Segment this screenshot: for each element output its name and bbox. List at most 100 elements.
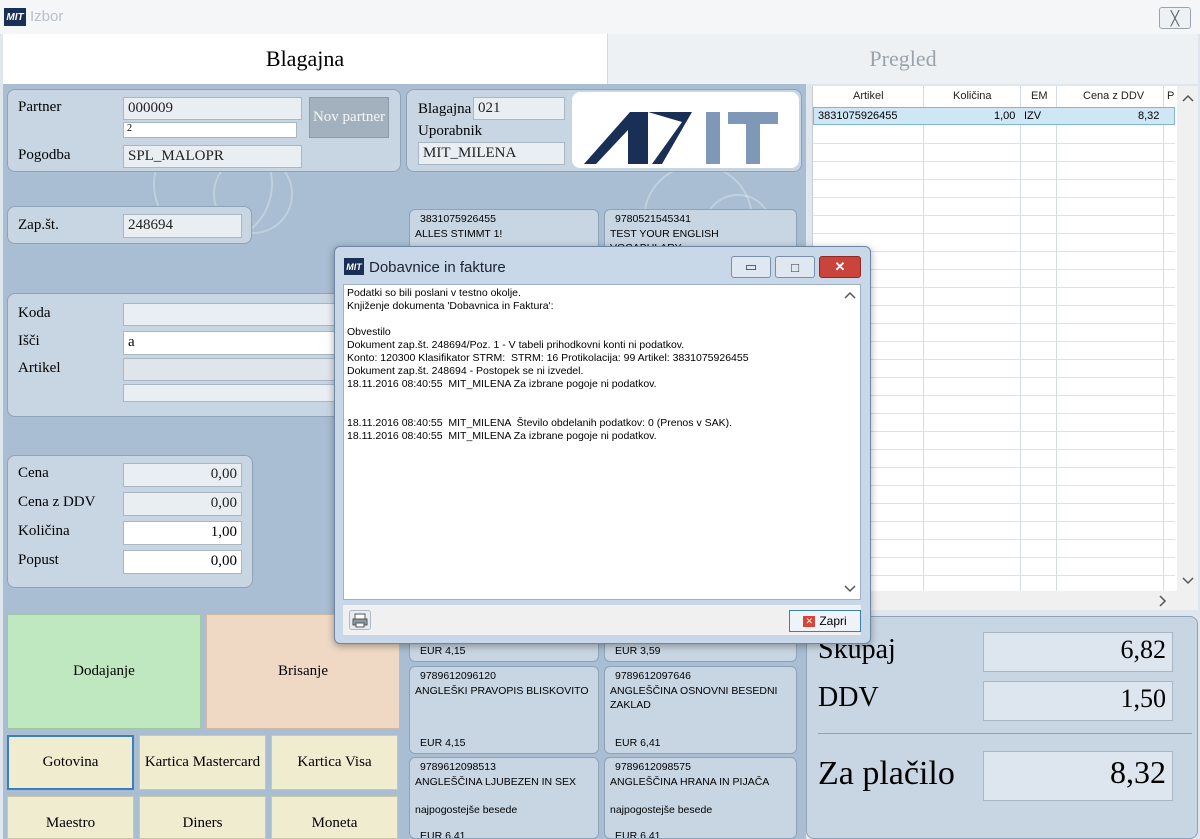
- koda-label: Koda: [18, 305, 51, 321]
- scroll-arrows-icon: [844, 291, 856, 593]
- dialog-scrollbar[interactable]: [841, 286, 859, 598]
- col-em[interactable]: EM: [1031, 90, 1048, 102]
- placilo-label: Za plačilo: [818, 755, 955, 792]
- artikel-field: [123, 358, 338, 381]
- product-subtitle: najpogostejše besede: [415, 804, 518, 816]
- zap-field: 248694: [123, 214, 242, 238]
- ddv-value: 1,50: [983, 681, 1173, 721]
- zapri-label: Zapri: [819, 614, 847, 628]
- cena-ddv-field: 0,00: [123, 492, 242, 516]
- dialog-footer: ✕ Zapri: [343, 605, 861, 635]
- product-tile[interactable]: 9789612098513 ANGLEŠČINA LJUBEZEN IN SEX…: [409, 757, 599, 839]
- partner-sub-field[interactable]: 2: [123, 122, 297, 138]
- dialog-message: Podatki so bili poslani v testno okolje.…: [343, 284, 861, 600]
- product-name: ANGLEŠKI PRAVOPIS BLISKOVITO: [415, 685, 589, 697]
- window-close-button[interactable]: ╳: [1159, 7, 1191, 29]
- table-row[interactable]: 3831075926455 1,00 IZV 8,32: [813, 107, 1175, 125]
- summary-divider: [818, 733, 1192, 734]
- partner-field[interactable]: 000009: [123, 97, 302, 120]
- product-code: 9789612098513: [420, 761, 496, 773]
- partner-label: Partner: [18, 99, 62, 115]
- cell-cena: 8,32: [1138, 110, 1160, 122]
- artikel-label: Artikel: [18, 360, 61, 376]
- grid-line: [813, 179, 1175, 180]
- uporabnik-label: Uporabnik: [418, 123, 483, 139]
- product-name: ALLES STIMMT 1!: [415, 228, 503, 240]
- minimize-button[interactable]: ▭: [731, 256, 771, 278]
- maestro-button[interactable]: Maestro: [7, 796, 134, 839]
- cena-ddv-label: Cena z DDV: [18, 494, 96, 510]
- close-x-icon: ✕: [803, 615, 816, 627]
- product-code: 9789612098575: [615, 761, 691, 773]
- grid-line: [813, 143, 1175, 144]
- col-artikel[interactable]: Artikel: [853, 90, 884, 102]
- zap-label: Zap.št.: [18, 217, 59, 233]
- product-price: EUR 6,41: [420, 830, 466, 839]
- grid-line: [813, 197, 1175, 198]
- mastercard-button[interactable]: Kartica Mastercard: [139, 735, 266, 790]
- mit-logo-icon: [584, 112, 778, 164]
- uporabnik-field: MIT_MILENA: [418, 142, 565, 165]
- grid-horizontal-scrollbar[interactable]: [863, 591, 1198, 610]
- cash-button[interactable]: Gotovina: [7, 735, 134, 790]
- diners-button[interactable]: Diners: [139, 796, 266, 839]
- grid-header: Artikel Količina EM Cena z DDV P: [813, 88, 1198, 105]
- grid-line: [813, 233, 1175, 234]
- product-tile[interactable]: 9789612098575 ANGLEŠČINA HRANA IN PIJAČA…: [604, 757, 797, 839]
- app-logo-icon: MIT: [4, 8, 26, 26]
- koda-input[interactable]: [123, 303, 338, 326]
- pogodba-field[interactable]: SPL_MALOPR: [123, 145, 302, 168]
- isci-label: Išči: [18, 333, 40, 349]
- product-price: EUR 4,15: [420, 645, 466, 657]
- kolicina-label: Količina: [18, 523, 70, 539]
- product-tile[interactable]: 9789612096120 ANGLEŠKI PRAVOPIS BLISKOVI…: [409, 666, 599, 754]
- product-name: ANGLEŠČINA LJUBEZEN IN SEX: [415, 776, 577, 788]
- search-input[interactable]: a: [123, 331, 338, 355]
- product-name: ANGLEŠČINA OSNOVNI BESEDNI ZAKLAD: [610, 685, 778, 711]
- product-code: 9780521545341: [615, 213, 691, 225]
- product-price: EUR 4,15: [420, 737, 466, 749]
- message-dialog: MIT Dobavnice in fakture ▭ □ ✕ Podatki s…: [334, 246, 871, 644]
- grid-vertical-scrollbar[interactable]: [1177, 86, 1198, 591]
- product-tile[interactable]: 9789612097646 ANGLEŠČINA OSNOVNI BESEDNI…: [604, 666, 797, 754]
- maximize-button[interactable]: □: [775, 256, 815, 278]
- product-code: 3831075926455: [420, 213, 496, 225]
- product-code: 9789612096120: [420, 670, 496, 682]
- popust-input[interactable]: 0,00: [123, 550, 242, 574]
- blagajna-label: Blagajna: [418, 101, 472, 117]
- artikel-field-2: [123, 384, 338, 402]
- window-title: Izbor: [30, 8, 64, 25]
- scroll-arrows-icon: [1182, 94, 1194, 585]
- printer-icon: [352, 613, 368, 628]
- dialog-close-button[interactable]: ✕: [819, 256, 861, 278]
- col-kolicina[interactable]: Količina: [953, 90, 992, 102]
- product-price: EUR 6,41: [615, 830, 661, 839]
- product-subtitle: najpogostejše besede: [610, 804, 713, 816]
- col-cena[interactable]: Cena z DDV: [1083, 90, 1144, 102]
- print-button[interactable]: [349, 610, 371, 630]
- cena-label: Cena: [18, 465, 49, 481]
- tab-pregled[interactable]: Pregled: [607, 34, 1198, 84]
- moneta-button[interactable]: Moneta: [271, 796, 398, 839]
- cena-field: 0,00: [123, 463, 242, 487]
- tab-blagajna[interactable]: Blagajna: [3, 34, 607, 84]
- window-titlebar: MIT Izbor ╳: [0, 0, 1200, 34]
- product-price: EUR 3,59: [615, 645, 661, 657]
- new-partner-button[interactable]: Nov partner: [309, 97, 389, 138]
- product-name: ANGLEŠČINA HRANA IN PIJAČA: [610, 776, 770, 788]
- visa-button[interactable]: Kartica Visa: [271, 735, 398, 790]
- blagajna-field: 021: [473, 97, 565, 120]
- col-p[interactable]: P: [1167, 90, 1174, 102]
- cell-artikel: 3831075926455: [818, 110, 898, 122]
- pogodba-label: Pogodba: [18, 147, 71, 163]
- popust-label: Popust: [18, 552, 59, 568]
- cell-kolicina: 1,00: [994, 110, 1016, 122]
- scroll-right-icon: [1159, 595, 1167, 607]
- ddv-label: DDV: [818, 682, 879, 713]
- company-logo: [572, 92, 799, 168]
- add-button[interactable]: Dodajanje: [7, 614, 201, 729]
- zapri-button[interactable]: ✕ Zapri: [789, 610, 861, 632]
- product-code: 9789612097646: [615, 670, 691, 682]
- grid-line: [813, 215, 1175, 216]
- kolicina-input[interactable]: 1,00: [123, 521, 242, 545]
